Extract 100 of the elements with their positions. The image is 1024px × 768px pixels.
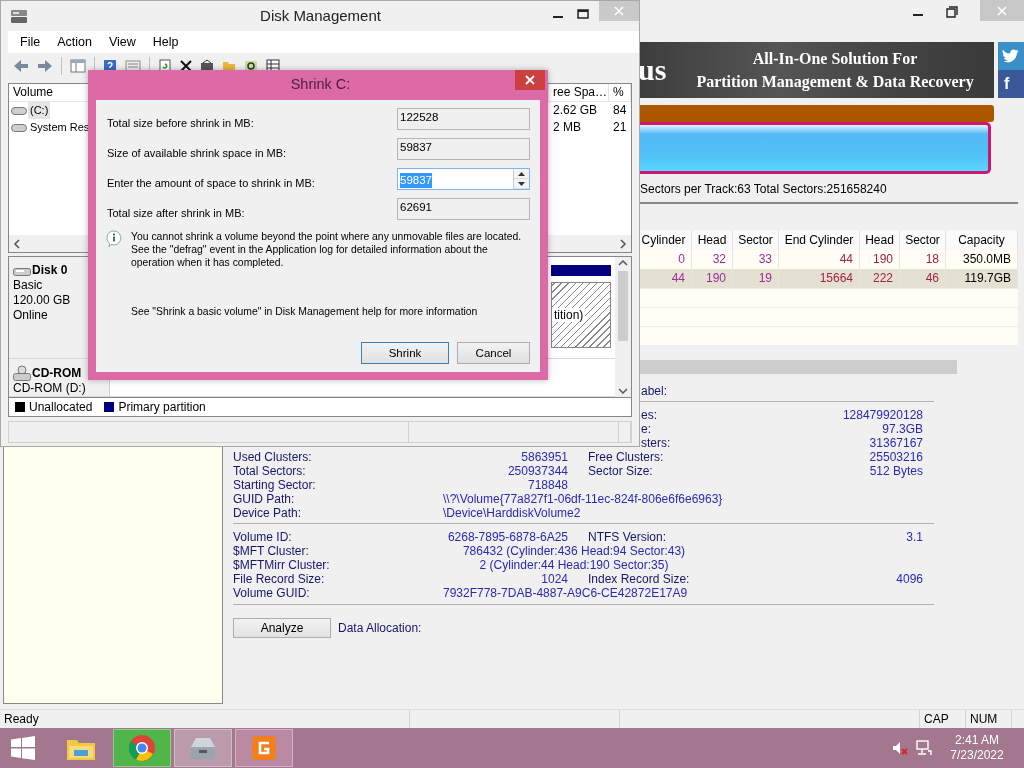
table-cell: 33 xyxy=(733,250,779,269)
menu-item[interactable]: Help xyxy=(150,33,187,51)
field-value: 62691 xyxy=(400,201,432,213)
forward-arrow-icon[interactable] xyxy=(37,59,53,73)
scrollbar-thumb[interactable] xyxy=(618,271,628,341)
info-text: You cannot shrink a volume beyond the point where any unmovable files are located. See the "defrag" event in the Application log for detailed information about the operation when it has completed. xyxy=(131,230,523,269)
field-label: Starting Sector: xyxy=(233,478,316,492)
field-label: NTFS Version: xyxy=(588,530,667,544)
field-label: Index Record Size: xyxy=(588,572,690,586)
field-value: \\?\Volume{77a827f1-06df-11ec-824f-806e6f6e6963} xyxy=(443,492,724,506)
column-header[interactable]: Head xyxy=(692,230,733,250)
field-label: Volume ID: xyxy=(233,530,292,544)
scroll-right-icon[interactable] xyxy=(619,238,627,249)
network-icon[interactable] xyxy=(916,740,932,756)
table-cell: 190 xyxy=(692,269,733,288)
field-value: 3.1 xyxy=(906,530,923,544)
field-label: Used Clusters: xyxy=(233,450,312,464)
table-cell: 222 xyxy=(860,269,900,288)
clock-date[interactable]: 7/23/2022 xyxy=(940,748,1014,763)
disk-detail: Online xyxy=(13,308,49,323)
cross-icon[interactable] xyxy=(180,60,192,72)
field-value: 6268-7895-6878-6A25 xyxy=(447,530,568,544)
field-value: 31367167 xyxy=(869,436,923,450)
field-value: 5863951 xyxy=(521,450,568,464)
field-label: Total size before shrink in MB: xyxy=(107,116,255,130)
disk-detail: CD-ROM (D:) xyxy=(13,381,87,396)
close-button[interactable] xyxy=(515,70,545,90)
cancel-button[interactable]: Cancel xyxy=(457,342,530,364)
column-header[interactable]: Capacity xyxy=(946,230,1018,250)
field-value: 7932F778-7DAB-4887-A9C6-CE42872E17A9 xyxy=(443,586,689,600)
field-label: Device Path: xyxy=(233,506,302,520)
field-label: sters: xyxy=(641,436,671,450)
spin-down-button[interactable] xyxy=(514,179,529,189)
field-label: GUID Path: xyxy=(233,492,295,506)
column-header[interactable]: Sector xyxy=(900,230,946,250)
scroll-left-icon[interactable] xyxy=(13,238,21,249)
info-icon xyxy=(106,230,122,248)
speaker-muted-icon[interactable] xyxy=(892,740,908,756)
field-value: 128479920128 xyxy=(842,408,923,422)
facebook-button[interactable]: f xyxy=(998,70,1024,98)
taskbar-button[interactable] xyxy=(113,729,171,767)
back-arrow-icon[interactable] xyxy=(13,59,29,73)
field-value: 59837 xyxy=(400,141,432,153)
field-label: Enter the amount of space to shrink in MB: xyxy=(107,176,316,190)
column-header[interactable]: ree Spa… xyxy=(553,85,608,99)
partition-header xyxy=(551,265,611,276)
table-cell: 32 xyxy=(692,250,733,269)
scroll-up-icon[interactable] xyxy=(618,259,628,267)
disk-name: Disk 0 xyxy=(32,263,68,278)
field-value: 25503216 xyxy=(869,450,923,464)
maximize-icon[interactable] xyxy=(577,9,589,19)
table-cell-text: 21 xyxy=(612,119,628,136)
menu-item[interactable]: Action xyxy=(55,33,100,51)
brand-text: us xyxy=(637,53,668,87)
scroll-down-icon[interactable] xyxy=(618,387,628,395)
table-cell: 350.0MB xyxy=(946,250,1018,269)
field-label: Sector Size: xyxy=(588,464,653,478)
panel-icon[interactable] xyxy=(70,59,86,73)
clock-time[interactable]: 2:41 AM xyxy=(940,733,1014,748)
menu-item[interactable]: File xyxy=(18,33,49,51)
field-value: 718848 xyxy=(527,478,568,492)
field-value: 1024 xyxy=(541,572,568,586)
field-label: $MFTMirr Cluster: xyxy=(233,558,330,572)
column-header[interactable]: Head xyxy=(860,230,900,250)
table-cell: 119.7GB xyxy=(946,269,1018,288)
help-text: See "Shrink a basic volume" in Disk Management help for more information xyxy=(131,306,479,317)
drive-icon xyxy=(11,122,27,133)
column-header[interactable]: Sector xyxy=(733,230,779,250)
drive-name[interactable]: System Res xyxy=(28,119,92,136)
disk-name: CD-ROM xyxy=(32,365,82,381)
field-label: es: xyxy=(641,408,657,422)
restore-icon[interactable] xyxy=(946,6,958,18)
shrink-button[interactable]: Shrink xyxy=(361,342,449,364)
close-icon xyxy=(997,5,1007,16)
column-header[interactable]: Volume xyxy=(13,85,54,99)
table-cell-text: 84 xyxy=(612,102,628,119)
window-title: Disk Management xyxy=(259,6,382,26)
table-cell: 190 xyxy=(860,250,900,269)
spin-up-button[interactable] xyxy=(514,169,529,179)
disk-drive-icon xyxy=(10,8,28,24)
table-cell: 15664 xyxy=(779,269,860,288)
partition-label: tition) xyxy=(552,308,586,322)
column-header[interactable]: % xyxy=(613,85,624,99)
twitter-button[interactable] xyxy=(998,42,1024,70)
field-value: 512 Bytes xyxy=(869,464,923,478)
disk-detail: Basic xyxy=(13,278,44,293)
taskbar-button[interactable] xyxy=(235,729,293,767)
column-header[interactable]: End Cylinder xyxy=(779,230,860,250)
field-label: Total size after shrink in MB: xyxy=(107,206,246,220)
field-value: 2 (Cylinder:44 Head:190 Sector:35) xyxy=(478,558,670,572)
analyze-button[interactable]: Analyze xyxy=(233,618,331,638)
chrome-icon xyxy=(128,734,156,762)
field-value: 786432 (Cylinder:436 Head:94 Sector:43) xyxy=(461,544,687,558)
field-label: abel: xyxy=(641,384,668,398)
drive-name[interactable]: (C:) xyxy=(28,102,51,119)
menu-item[interactable]: View xyxy=(106,33,144,51)
partition-block[interactable]: tition) xyxy=(551,282,611,348)
field-label: $MFT Cluster: xyxy=(233,544,309,558)
g-logo-icon xyxy=(250,734,278,762)
windows-logo-icon xyxy=(11,736,35,760)
